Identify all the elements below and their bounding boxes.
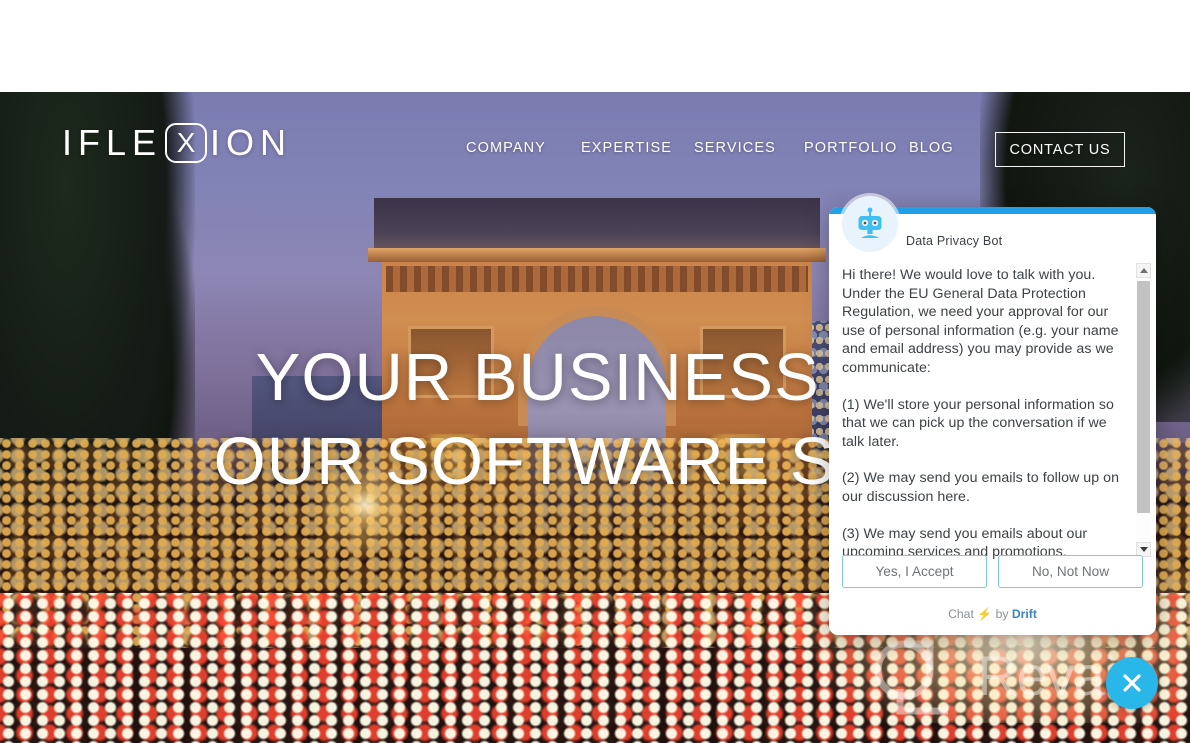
site-logo[interactable]: IFLE X ION [62, 122, 292, 164]
robot-icon [842, 196, 898, 252]
arc-cornice [368, 248, 826, 262]
close-x-icon[interactable] [1106, 657, 1158, 709]
chat-bot-name: Data Privacy Bot [906, 234, 1003, 248]
accept-button[interactable]: Yes, I Accept [842, 555, 987, 588]
nav-item-services[interactable]: SERVICES [694, 132, 804, 164]
arc-frieze [386, 266, 808, 292]
chat-message-body: Hi there! We would love to talk with you… [842, 266, 1130, 562]
main-navigation: COMPANY EXPERTISE SERVICES PORTFOLIO BLO… [466, 132, 969, 164]
chat-paragraph-1: (1) We'll store your personal informatio… [842, 396, 1114, 450]
nav-item-blog[interactable]: BLOG [909, 132, 969, 164]
logo-x-badge: X [165, 123, 208, 163]
scroll-up-arrow-icon[interactable] [1136, 263, 1151, 278]
chat-message-area: Hi there! We would love to talk with you… [829, 260, 1156, 562]
drift-footer-by: by [995, 607, 1009, 621]
logo-text-pre: IFLE [62, 122, 163, 163]
drift-footer-prefix: Chat [948, 607, 974, 621]
site-header: IFLE X ION COMPANY EXPERTISE SERVICES PO… [0, 92, 1190, 182]
nav-item-portfolio[interactable]: PORTFOLIO [804, 132, 909, 164]
nav-item-company[interactable]: COMPANY [466, 132, 581, 164]
chat-paragraph-2: (2) We may send you emails to follow up … [842, 470, 1120, 505]
chat-scrollbar[interactable] [1136, 263, 1151, 557]
scrollbar-thumb[interactable] [1137, 281, 1150, 513]
page-root: YOUR BUSINESS NE OUR SOFTWARE SOLU IFLE … [0, 0, 1190, 743]
lightning-bolt-icon: ⚡ [977, 607, 993, 621]
drift-brand-link[interactable]: Drift [1012, 607, 1037, 621]
drift-chat-widget: Data Privacy Bot Hi there! We would love… [829, 207, 1156, 635]
chat-actions: Yes, I Accept No, Not Now [829, 555, 1156, 588]
chat-paragraph-intro: Hi there! We would love to talk with you… [842, 267, 1119, 376]
logo-text-post: ION [210, 122, 293, 163]
drift-footer[interactable]: Chat ⚡ by Drift [829, 607, 1156, 621]
decline-button[interactable]: No, Not Now [998, 555, 1143, 588]
arc-attic [374, 198, 820, 254]
top-white-strip [0, 0, 1190, 92]
nav-item-expertise[interactable]: EXPERTISE [581, 132, 694, 164]
